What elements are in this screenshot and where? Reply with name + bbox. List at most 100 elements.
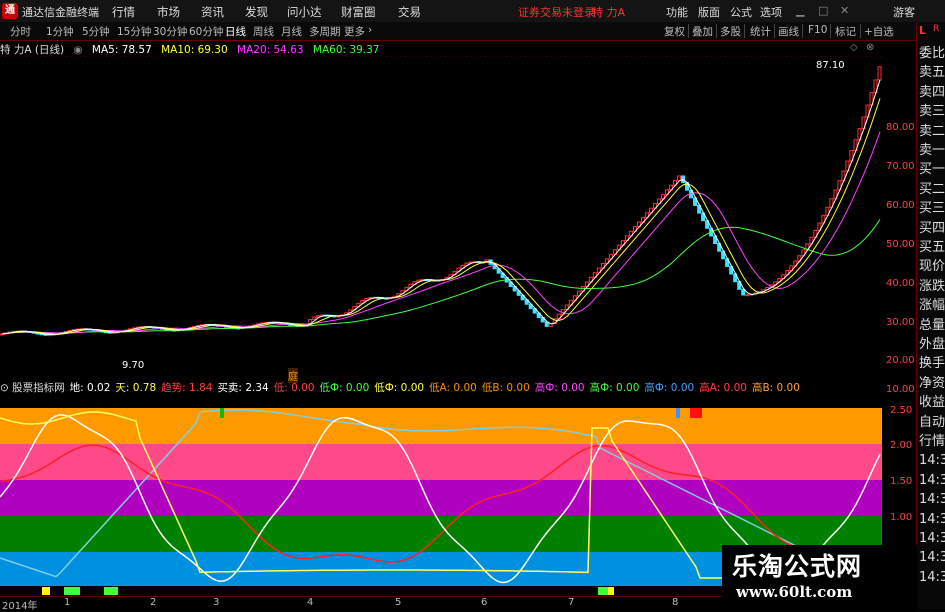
stats-button[interactable]: 统计: [750, 24, 771, 39]
tab-more[interactable]: 更多: [344, 24, 365, 39]
tab-30min[interactable]: 30分钟: [153, 24, 187, 39]
divider: [716, 24, 717, 38]
quote-field: 涨幅: [919, 298, 945, 314]
adjust-button[interactable]: 复权: [664, 24, 685, 39]
quote-field: 委比: [919, 46, 945, 61]
ma5-value: MA5: 78.57: [91, 44, 152, 56]
tab-1min[interactable]: 1分钟: [46, 24, 74, 39]
quote-field[interactable]: 14:3: [919, 512, 945, 527]
login-status[interactable]: 证券交易未登录: [518, 4, 595, 20]
quote-field[interactable]: 14:3: [919, 570, 945, 585]
indicator-value: 高Ф: 0.00: [644, 382, 695, 394]
date-tick: 5: [395, 597, 402, 608]
tab-5min[interactable]: 5分钟: [82, 24, 110, 39]
ma60-value: MA60: 39.37: [312, 44, 380, 56]
quote-field: 买四: [919, 220, 945, 236]
maximize-icon[interactable]: □: [818, 4, 828, 17]
f10-button[interactable]: F10: [808, 24, 827, 36]
price-tick: 30.00: [886, 317, 915, 328]
quote-field[interactable]: 14:3: [919, 473, 945, 488]
menu-bar: 通 通达信金融终端 行情 市场 资讯 发现 问小达 财富圈 交易 证券交易未登录…: [0, 0, 945, 23]
menu-item-discover[interactable]: 发现: [245, 4, 268, 20]
candle: [677, 175, 682, 182]
indicator-value: 低: 0.00: [273, 382, 315, 394]
menu-options[interactable]: 选项: [760, 4, 782, 20]
price-tick: 70.00: [886, 161, 915, 172]
indicator-value: 低A: 0.00: [429, 382, 477, 394]
quote-field: 卖一: [919, 143, 945, 158]
quote-field: 现价: [919, 259, 945, 275]
close-icon[interactable]: ✕: [840, 4, 849, 17]
tab-daily[interactable]: 日线: [225, 24, 246, 39]
app-name: 通达信金融终端: [22, 6, 99, 19]
draw-button[interactable]: 画线: [778, 24, 799, 39]
tab-multi-period[interactable]: 多周期: [309, 24, 341, 39]
more-chevron-icon[interactable]: ›: [368, 24, 372, 36]
indicator-value: 地: 0.02: [69, 382, 111, 394]
quote-field: 卖五: [919, 65, 945, 81]
panel-r-icon[interactable]: R: [933, 24, 939, 34]
tab-timeshare[interactable]: 分时: [10, 24, 31, 39]
menu-item-ask[interactable]: 问小达: [287, 4, 322, 20]
tab-monthly[interactable]: 月线: [281, 24, 302, 39]
overlay-button[interactable]: 叠加: [692, 24, 713, 39]
candle: [877, 66, 882, 81]
indicator-value: 低Ф: 0.00: [374, 382, 425, 394]
indicator-name: ⊙ 股票指标网: [0, 382, 65, 394]
tab-weekly[interactable]: 周线: [253, 24, 274, 39]
candle: [741, 288, 746, 296]
mark-button[interactable]: 标记: [835, 24, 856, 39]
divider: [830, 24, 831, 38]
period-toolbar: 分时 1分钟 5分钟 15分钟 30分钟 60分钟 日线 周线 月线 多周期 更…: [0, 22, 945, 41]
ma10-line: [1, 98, 881, 335]
quote-field[interactable]: 14:3: [919, 492, 945, 507]
menu-item-wealth[interactable]: 财富圈: [341, 4, 376, 20]
quote-field[interactable]: 行情: [919, 434, 945, 449]
quote-panel: 委比 卖五 卖四 卖三 卖二 卖一 买一 买二 买三 买四 买五 现价 涨跌 涨幅 总量 外盘 换手 净资 收益 自动…: [916, 42, 945, 609]
menu-formula[interactable]: 公式: [730, 4, 752, 20]
quote-field: 净资: [919, 375, 945, 391]
price-tick: 80.00: [886, 122, 915, 133]
signal-marker: [676, 408, 680, 418]
kline-chart[interactable]: [0, 56, 882, 376]
tab-15min[interactable]: 15分钟: [117, 24, 151, 39]
candle: [312, 316, 317, 320]
diamond-icon[interactable]: ◇: [850, 42, 858, 53]
candles: [0, 66, 882, 337]
menu-item-market[interactable]: 市场: [157, 4, 180, 20]
ma-info-line: 特 力A (日线) ◉ MA5: 78.57 MA10: 69.30 MA20:…: [0, 42, 385, 56]
tab-60min[interactable]: 60分钟: [189, 24, 223, 39]
gear-icon[interactable]: ◉: [73, 44, 82, 56]
quote-field[interactable]: 14:3: [919, 550, 945, 565]
chart-title: 特 力A (日线): [0, 44, 65, 56]
signal-block: [608, 587, 614, 595]
indicator-value: 趋势: 1.84: [161, 382, 213, 394]
quote-field[interactable]: 14:3: [919, 453, 945, 468]
high-price-annotation: 87.10: [816, 60, 845, 71]
add-watchlist-button[interactable]: +自选: [864, 24, 894, 39]
multi-stock-button[interactable]: 多股: [720, 24, 741, 39]
ind-tick: 2.50: [890, 405, 913, 416]
quote-field: 涨跌: [919, 278, 945, 294]
menu-function[interactable]: 功能: [666, 4, 688, 20]
guest-label[interactable]: 游客: [893, 4, 915, 20]
band-orange: [0, 408, 882, 444]
quote-field[interactable]: 14:3: [919, 531, 945, 546]
menu-item-hangqing[interactable]: 行情: [112, 4, 135, 20]
date-tick: 4: [307, 597, 314, 608]
menu-item-news[interactable]: 资讯: [201, 4, 224, 20]
quote-field: 卖四: [919, 84, 945, 100]
close-chart-icon[interactable]: ⊗: [866, 42, 874, 53]
panel-l-icon[interactable]: L: [919, 24, 926, 37]
menu-layout[interactable]: 版面: [698, 4, 720, 20]
menu-item-trade[interactable]: 交易: [398, 4, 421, 20]
indicator-value: 低Ф: 0.00: [319, 382, 370, 394]
quote-field[interactable]: 自动: [919, 415, 945, 430]
quote-field: 收益: [919, 395, 945, 411]
ma60-line: [1, 219, 881, 335]
minimize-icon[interactable]: ▁: [796, 4, 804, 17]
price-tick: 10.00: [886, 384, 915, 395]
watermark-url: www.60lt.com: [736, 583, 853, 601]
quote-field: 买二: [919, 181, 945, 197]
divider: [774, 24, 775, 38]
